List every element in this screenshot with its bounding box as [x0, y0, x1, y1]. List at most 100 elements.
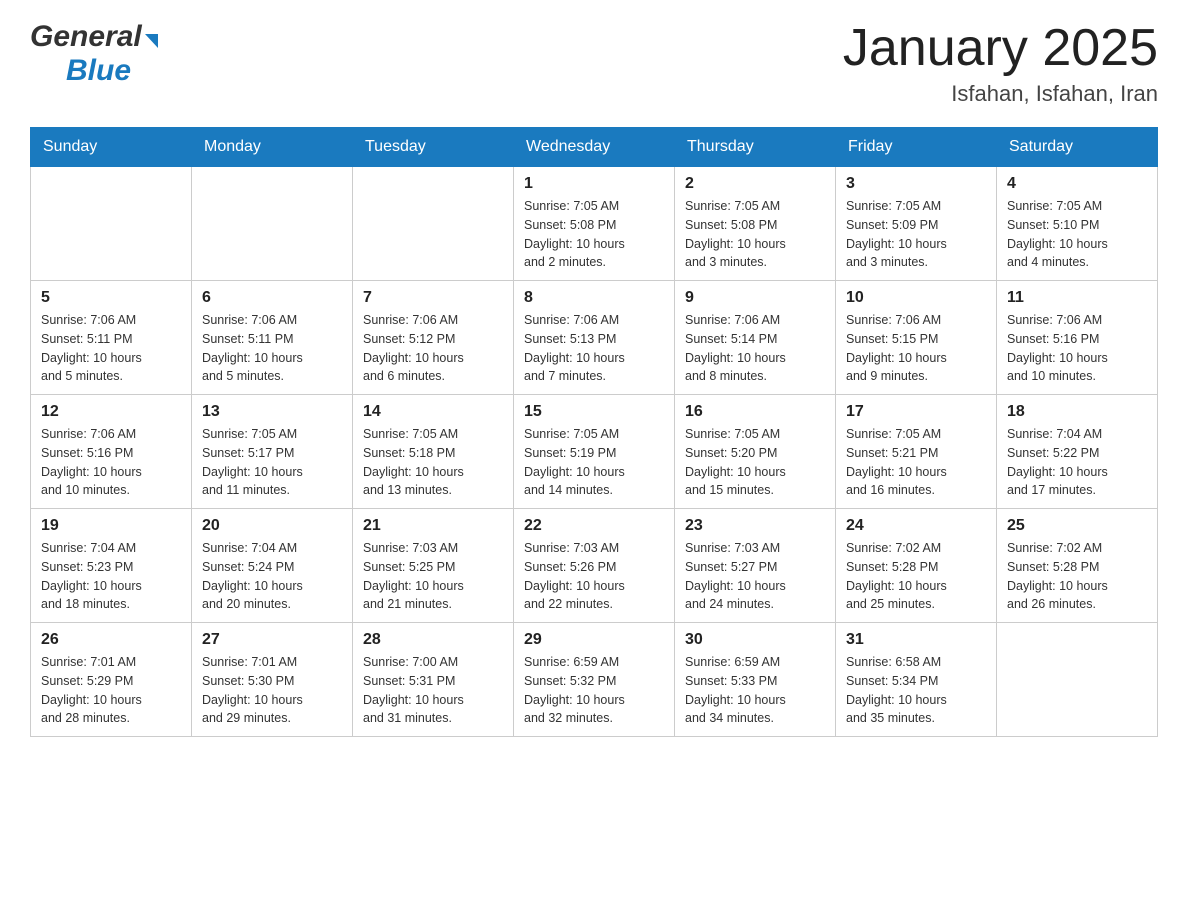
logo: General Blue	[30, 20, 158, 88]
calendar-week-row: 26 Sunrise: 7:01 AMSunset: 5:29 PMDayligh…	[31, 623, 1158, 737]
title-section: January 2025 Isfahan, Isfahan, Iran	[843, 20, 1158, 107]
day-info: Sunrise: 7:05 AMSunset: 5:08 PMDaylight:…	[685, 197, 825, 272]
calendar-cell: 27 Sunrise: 7:01 AMSunset: 5:30 PMDayligh…	[192, 623, 353, 737]
day-info: Sunrise: 7:06 AMSunset: 5:13 PMDaylight:…	[524, 311, 664, 386]
calendar-cell: 14Sunrise: 7:05 AMSunset: 5:18 PMDayligh…	[353, 395, 514, 509]
day-number: 4	[1007, 175, 1147, 193]
day-info: Sunrise: 7:03 AMSunset: 5:26 PMDaylight:…	[524, 539, 664, 614]
calendar-cell: 26 Sunrise: 7:01 AMSunset: 5:29 PMDayligh…	[31, 623, 192, 737]
calendar-day-header: Saturday	[997, 128, 1158, 167]
day-number: 17	[846, 403, 986, 421]
day-number: 20	[202, 517, 342, 535]
day-info: Sunrise: 7:01 AMSunset: 5:30 PMDaylight:…	[202, 653, 342, 728]
calendar-cell: 15 Sunrise: 7:05 AMSunset: 5:19 PMDayligh…	[514, 395, 675, 509]
calendar-cell: 17 Sunrise: 7:05 AMSunset: 5:21 PMDayligh…	[836, 395, 997, 509]
day-number: 22	[524, 517, 664, 535]
calendar-table: SundayMondayTuesdayWednesdayThursdayFrid…	[30, 127, 1158, 737]
calendar-cell: 16Sunrise: 7:05 AMSunset: 5:20 PMDayligh…	[675, 395, 836, 509]
day-number: 18	[1007, 403, 1147, 421]
day-number: 9	[685, 289, 825, 307]
calendar-cell: 28 Sunrise: 7:00 AMSunset: 5:31 PMDayligh…	[353, 623, 514, 737]
day-number: 25	[1007, 517, 1147, 535]
day-info: Sunrise: 7:05 AMSunset: 5:19 PMDaylight:…	[524, 425, 664, 500]
calendar-cell: 29Sunrise: 6:59 AMSunset: 5:32 PMDayligh…	[514, 623, 675, 737]
calendar-week-row: 19 Sunrise: 7:04 AMSunset: 5:23 PMDayligh…	[31, 509, 1158, 623]
calendar-cell: 2 Sunrise: 7:05 AMSunset: 5:08 PMDaylight…	[675, 167, 836, 281]
calendar-cell: 11Sunrise: 7:06 AMSunset: 5:16 PMDayligh…	[997, 281, 1158, 395]
day-info: Sunrise: 7:04 AMSunset: 5:23 PMDaylight:…	[41, 539, 181, 614]
day-info: Sunrise: 7:06 AMSunset: 5:12 PMDaylight:…	[363, 311, 503, 386]
calendar-cell: 31Sunrise: 6:58 AMSunset: 5:34 PMDayligh…	[836, 623, 997, 737]
month-title: January 2025	[843, 20, 1158, 77]
calendar-cell: 4 Sunrise: 7:05 AMSunset: 5:10 PMDaylight…	[997, 167, 1158, 281]
day-info: Sunrise: 7:03 AMSunset: 5:25 PMDaylight:…	[363, 539, 503, 614]
calendar-cell: 24Sunrise: 7:02 AMSunset: 5:28 PMDayligh…	[836, 509, 997, 623]
day-number: 14	[363, 403, 503, 421]
day-info: Sunrise: 7:05 AMSunset: 5:17 PMDaylight:…	[202, 425, 342, 500]
day-info: Sunrise: 7:00 AMSunset: 5:31 PMDaylight:…	[363, 653, 503, 728]
calendar-week-row: 1 Sunrise: 7:05 AMSunset: 5:08 PMDaylight…	[31, 167, 1158, 281]
calendar-day-header: Thursday	[675, 128, 836, 167]
day-info: Sunrise: 7:06 AMSunset: 5:11 PMDaylight:…	[202, 311, 342, 386]
calendar-week-row: 12 Sunrise: 7:06 AMSunset: 5:16 PMDayligh…	[31, 395, 1158, 509]
day-info: Sunrise: 7:06 AMSunset: 5:11 PMDaylight:…	[41, 311, 181, 386]
day-info: Sunrise: 6:59 AMSunset: 5:32 PMDaylight:…	[524, 653, 664, 728]
day-number: 10	[846, 289, 986, 307]
day-info: Sunrise: 7:05 AMSunset: 5:08 PMDaylight:…	[524, 197, 664, 272]
calendar-cell	[353, 167, 514, 281]
day-number: 1	[524, 175, 664, 193]
calendar-cell: 20 Sunrise: 7:04 AMSunset: 5:24 PMDayligh…	[192, 509, 353, 623]
calendar-cell: 7 Sunrise: 7:06 AMSunset: 5:12 PMDaylight…	[353, 281, 514, 395]
calendar-cell: 18 Sunrise: 7:04 AMSunset: 5:22 PMDayligh…	[997, 395, 1158, 509]
calendar-cell	[997, 623, 1158, 737]
day-number: 5	[41, 289, 181, 307]
calendar-cell: 6 Sunrise: 7:06 AMSunset: 5:11 PMDaylight…	[192, 281, 353, 395]
day-number: 19	[41, 517, 181, 535]
day-info: Sunrise: 7:06 AMSunset: 5:15 PMDaylight:…	[846, 311, 986, 386]
day-info: Sunrise: 6:59 AMSunset: 5:33 PMDaylight:…	[685, 653, 825, 728]
calendar-day-header: Tuesday	[353, 128, 514, 167]
logo-general-text: General	[30, 20, 142, 54]
calendar-cell: 8 Sunrise: 7:06 AMSunset: 5:13 PMDaylight…	[514, 281, 675, 395]
calendar-cell	[192, 167, 353, 281]
day-number: 26	[41, 631, 181, 649]
day-info: Sunrise: 7:06 AMSunset: 5:16 PMDaylight:…	[41, 425, 181, 500]
day-number: 21	[363, 517, 503, 535]
day-number: 6	[202, 289, 342, 307]
day-info: Sunrise: 7:02 AMSunset: 5:28 PMDaylight:…	[1007, 539, 1147, 614]
day-number: 15	[524, 403, 664, 421]
day-info: Sunrise: 7:06 AMSunset: 5:16 PMDaylight:…	[1007, 311, 1147, 386]
day-info: Sunrise: 7:05 AMSunset: 5:10 PMDaylight:…	[1007, 197, 1147, 272]
calendar-week-row: 5 Sunrise: 7:06 AMSunset: 5:11 PMDaylight…	[31, 281, 1158, 395]
calendar-header-row: SundayMondayTuesdayWednesdayThursdayFrid…	[31, 128, 1158, 167]
day-info: Sunrise: 7:01 AMSunset: 5:29 PMDaylight:…	[41, 653, 181, 728]
calendar-cell: 23Sunrise: 7:03 AMSunset: 5:27 PMDayligh…	[675, 509, 836, 623]
calendar-cell: 9 Sunrise: 7:06 AMSunset: 5:14 PMDaylight…	[675, 281, 836, 395]
calendar-cell: 1 Sunrise: 7:05 AMSunset: 5:08 PMDaylight…	[514, 167, 675, 281]
calendar-cell: 3Sunrise: 7:05 AMSunset: 5:09 PMDaylight…	[836, 167, 997, 281]
day-number: 24	[846, 517, 986, 535]
calendar-cell	[31, 167, 192, 281]
day-number: 31	[846, 631, 986, 649]
day-number: 27	[202, 631, 342, 649]
day-number: 28	[363, 631, 503, 649]
day-number: 7	[363, 289, 503, 307]
day-number: 30	[685, 631, 825, 649]
day-info: Sunrise: 7:04 AMSunset: 5:22 PMDaylight:…	[1007, 425, 1147, 500]
calendar-cell: 5 Sunrise: 7:06 AMSunset: 5:11 PMDaylight…	[31, 281, 192, 395]
day-info: Sunrise: 7:04 AMSunset: 5:24 PMDaylight:…	[202, 539, 342, 614]
calendar-cell: 22 Sunrise: 7:03 AMSunset: 5:26 PMDayligh…	[514, 509, 675, 623]
day-info: Sunrise: 7:06 AMSunset: 5:14 PMDaylight:…	[685, 311, 825, 386]
logo-blue-text: Blue	[66, 54, 131, 87]
day-info: Sunrise: 7:05 AMSunset: 5:21 PMDaylight:…	[846, 425, 986, 500]
day-number: 2	[685, 175, 825, 193]
calendar-cell: 19 Sunrise: 7:04 AMSunset: 5:23 PMDayligh…	[31, 509, 192, 623]
location-text: Isfahan, Isfahan, Iran	[843, 81, 1158, 107]
day-number: 16	[685, 403, 825, 421]
calendar-cell: 13Sunrise: 7:05 AMSunset: 5:17 PMDayligh…	[192, 395, 353, 509]
calendar-cell: 21 Sunrise: 7:03 AMSunset: 5:25 PMDayligh…	[353, 509, 514, 623]
day-number: 12	[41, 403, 181, 421]
logo-triangle-icon	[145, 34, 158, 48]
day-number: 23	[685, 517, 825, 535]
day-number: 8	[524, 289, 664, 307]
